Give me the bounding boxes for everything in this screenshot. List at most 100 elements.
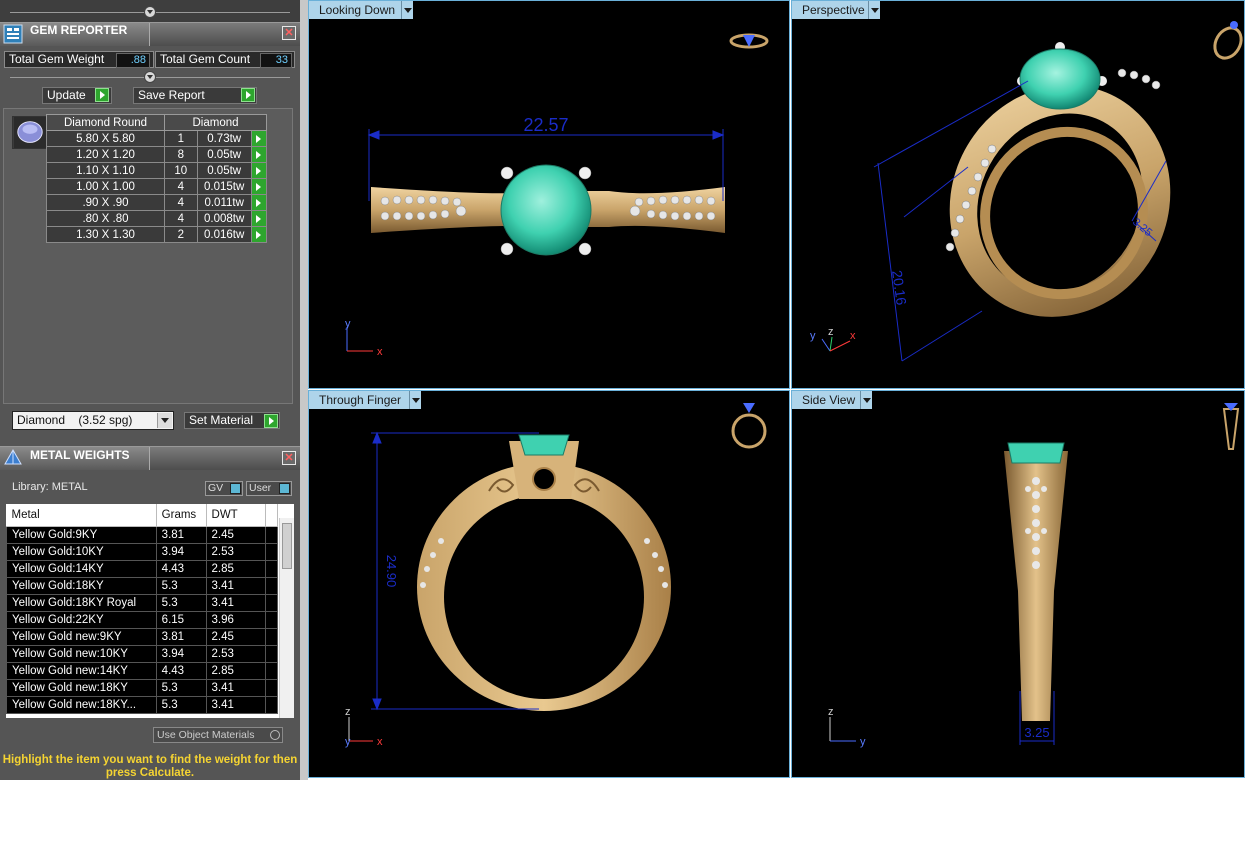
set-material-arrow-icon[interactable] — [264, 414, 278, 428]
metal-table-row[interactable]: Yellow Gold:14KY 4.43 2.85 — [6, 559, 278, 578]
gem-row-arrow-icon[interactable] — [250, 130, 268, 147]
gem-table-row[interactable]: 5.80 X 5.80 1 0.73tw — [46, 130, 268, 147]
gem-table-row[interactable]: 1.30 X 1.30 2 0.016tw — [46, 226, 268, 243]
collapse-toggle-icon[interactable] — [144, 6, 156, 18]
gem-count: 1 — [164, 130, 198, 147]
gem-size: 1.00 X 1.00 — [46, 178, 165, 195]
viewport-label-through-finger[interactable]: Through Finger — [309, 391, 413, 409]
metal-table-row[interactable]: Yellow Gold:18KY Royal 5.3 3.41 — [6, 593, 278, 612]
metal-name: Yellow Gold:22KY — [6, 610, 157, 629]
metal-name: Yellow Gold new:9KY — [6, 627, 157, 646]
gem-size: 5.80 X 5.80 — [46, 130, 165, 147]
user-toggle[interactable]: User — [246, 481, 292, 496]
metal-table-row[interactable]: Yellow Gold:22KY 6.15 3.96 — [6, 610, 278, 629]
viewport-side-view[interactable]: 3.25 z y Side View — [791, 390, 1245, 778]
metal-weights-close-icon[interactable]: ✕ — [282, 451, 296, 465]
left-panel: GEM REPORTER ✕ Total Gem Weight .88 Tota… — [0, 0, 300, 780]
grams-header[interactable]: Grams — [156, 504, 207, 527]
ring-side-view-icon — [1222, 403, 1240, 450]
dwt-header[interactable]: DWT — [206, 504, 267, 527]
side-view-render: 3.25 z y — [828, 403, 1240, 748]
viewport-through-finger[interactable]: 24.90 z y x Through Finger — [308, 390, 790, 778]
gem-count: 4 — [164, 194, 198, 211]
gem-table-row[interactable]: 1.00 X 1.00 4 0.015tw — [46, 178, 268, 195]
metal-grams: 3.81 — [155, 525, 207, 544]
viewport-perspective[interactable]: 20.16 3.25 y z x Perspective — [791, 0, 1245, 389]
gem-table-row[interactable]: .90 X .90 4 0.011tw — [46, 194, 268, 211]
gem-row-arrow-icon[interactable] — [250, 178, 268, 195]
viewport-label-side-view[interactable]: Side View — [792, 391, 864, 409]
save-report-button[interactable]: Save Report — [133, 87, 257, 104]
gem-reporter-logo-icon — [3, 24, 23, 44]
save-report-arrow-icon[interactable] — [241, 88, 255, 102]
metal-dwt: 3.41 — [205, 678, 267, 697]
gv-toggle[interactable]: GV — [205, 481, 243, 496]
svg-text:y: y — [345, 736, 351, 748]
perspective-dimension-a: 20.16 — [889, 269, 910, 306]
gem-reporter-close-icon[interactable]: ✕ — [282, 26, 296, 40]
metal-dwt: 3.41 — [205, 695, 267, 714]
panel-divider[interactable] — [300, 0, 308, 780]
material-select-value: Diamond (3.52 spg) — [17, 413, 133, 427]
gem-weight: 0.05tw — [196, 146, 252, 163]
gem-row-arrow-icon[interactable] — [250, 146, 268, 163]
gem-size: 1.10 X 1.10 — [46, 162, 165, 179]
metal-table-row[interactable]: Yellow Gold:9KY 3.81 2.45 — [6, 525, 278, 544]
diamond-round-icon[interactable] — [12, 116, 48, 149]
looking-down-dimension: 22.57 — [523, 115, 568, 135]
metal-grams: 5.3 — [155, 593, 207, 612]
gem-row-arrow-icon[interactable] — [250, 210, 268, 227]
metal-dwt: 2.53 — [205, 644, 267, 663]
library-label: Library: METAL — [12, 481, 88, 493]
metal-table-row[interactable]: Yellow Gold:18KY 5.3 3.41 — [6, 576, 278, 595]
gem-weight: 0.05tw — [196, 162, 252, 179]
chevron-down-icon[interactable] — [401, 1, 413, 19]
metal-name: Yellow Gold new:18KY... — [6, 695, 157, 714]
gem-size: 1.30 X 1.30 — [46, 226, 165, 243]
metal-name: Yellow Gold:10KY — [6, 542, 157, 561]
gem-reporter-header: GEM REPORTER ✕ — [0, 22, 300, 46]
use-object-materials-toggle[interactable]: Use Object Materials — [153, 727, 283, 743]
metal-weights-logo-icon — [4, 448, 22, 465]
gem-weight: 0.73tw — [196, 130, 252, 147]
metal-table-scrollbar[interactable] — [279, 518, 294, 718]
metal-name: Yellow Gold:18KY Royal — [6, 593, 157, 612]
chevron-down-icon[interactable] — [157, 413, 172, 428]
total-gem-count-value: 33 — [260, 53, 292, 68]
svg-text:x: x — [377, 736, 383, 748]
collapse-toggle-icon[interactable] — [144, 71, 156, 83]
gem-size: 1.20 X 1.20 — [46, 146, 165, 163]
material-select[interactable]: Diamond (3.52 spg) — [12, 411, 174, 430]
viewport-looking-down[interactable]: 22.57 y x Looking Down — [308, 0, 790, 389]
metal-table-row[interactable]: Yellow Gold new:9KY 3.81 2.45 — [6, 627, 278, 646]
looking-down-render: 22.57 y x — [345, 33, 769, 358]
user-toggle-label: User — [249, 482, 272, 494]
chevron-down-icon[interactable] — [860, 391, 872, 409]
metal-header[interactable]: Metal — [6, 504, 157, 527]
chevron-down-icon[interactable] — [868, 1, 880, 19]
gem-count: 4 — [164, 178, 198, 195]
metal-table-row[interactable]: Yellow Gold new:14KY 4.43 2.85 — [6, 661, 278, 680]
metal-table-row[interactable]: Yellow Gold new:10KY 3.94 2.53 — [6, 644, 278, 663]
metal-dwt: 2.53 — [205, 542, 267, 561]
chevron-down-icon[interactable] — [409, 391, 421, 409]
metal-table-row[interactable]: Yellow Gold new:18KY 5.3 3.41 — [6, 678, 278, 697]
ring-top-view-icon — [729, 33, 769, 49]
gem-row-arrow-icon[interactable] — [250, 162, 268, 179]
metal-table-row[interactable]: Yellow Gold:10KY 3.94 2.53 — [6, 542, 278, 561]
metal-grams: 6.15 — [155, 610, 207, 629]
metal-dwt: 3.96 — [205, 610, 267, 629]
gem-table-row[interactable]: 1.10 X 1.10 10 0.05tw — [46, 162, 268, 179]
update-arrow-icon[interactable] — [95, 88, 109, 102]
gem-count: 2 — [164, 226, 198, 243]
metal-table-row[interactable]: Yellow Gold new:18KY... 5.3 3.41 — [6, 695, 278, 714]
viewport-label-looking-down[interactable]: Looking Down — [309, 1, 405, 19]
gem-row-arrow-icon[interactable] — [250, 194, 268, 211]
metal-table-container: Metal Grams DWT Yellow Gold:9KY 3.81 2.45 Y… — [6, 504, 294, 718]
metal-grams: 5.3 — [155, 678, 207, 697]
gem-table-row[interactable]: .80 X .80 4 0.008tw — [46, 210, 268, 227]
gem-table-row[interactable]: 1.20 X 1.20 8 0.05tw — [46, 146, 268, 163]
gem-row-arrow-icon[interactable] — [250, 226, 268, 243]
gem-table-header-shape: Diamond Round — [46, 114, 165, 131]
viewport-label-perspective[interactable]: Perspective — [792, 1, 876, 19]
